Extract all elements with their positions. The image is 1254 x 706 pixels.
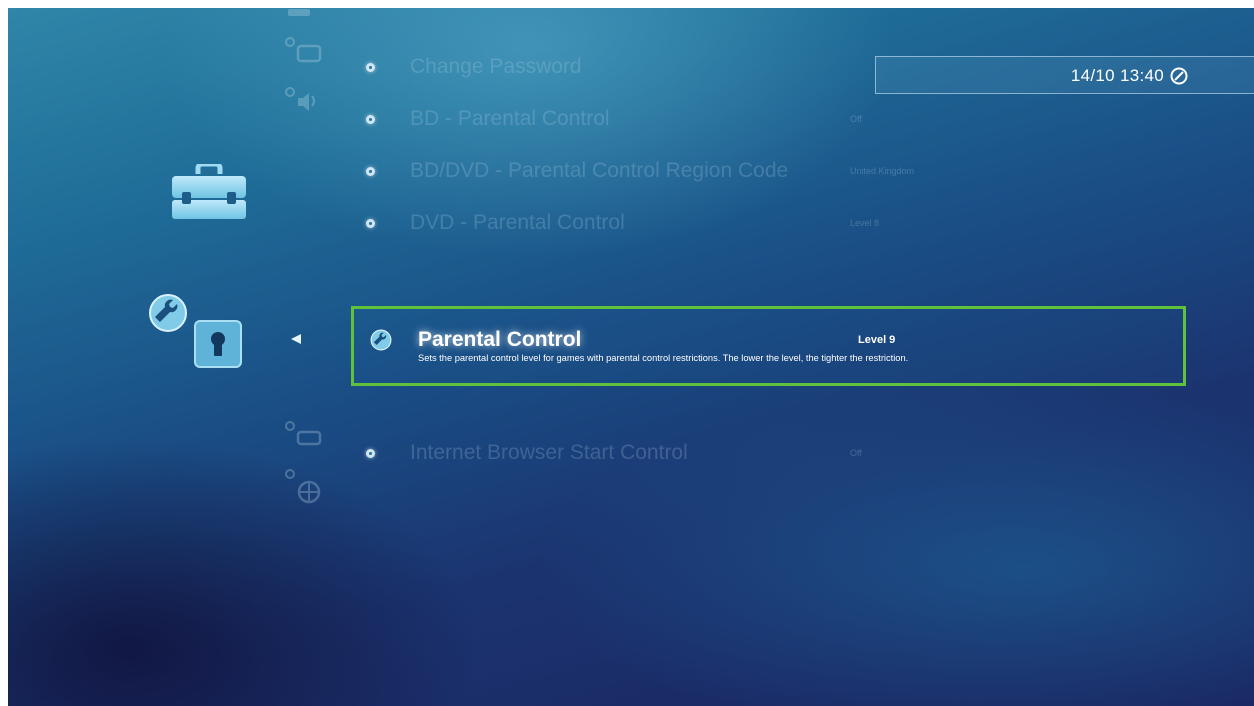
clock-time: 14/10 13:40	[1070, 66, 1164, 85]
item-label: Change Password	[410, 55, 582, 78]
list-item-change-password[interactable]: Change Password	[366, 52, 850, 82]
bullet-icon	[366, 62, 375, 72]
bullet-icon	[366, 114, 375, 124]
toolbox-icon[interactable]	[170, 164, 248, 220]
bullet-icon	[366, 166, 375, 176]
item-label: DVD - Parental Control	[410, 211, 625, 234]
network-settings-icon	[284, 468, 324, 513]
item-value: United Kingdom	[850, 166, 915, 176]
wrench-icon	[148, 293, 188, 338]
back-arrow-icon[interactable]	[290, 332, 302, 350]
selected-item-parental-control[interactable]: Parental Control Level 9 Sets the parent…	[351, 306, 1186, 386]
list-item-dvd-parental-control[interactable]: DVD - Parental Control Level 8	[366, 208, 879, 238]
xmb-screen: Change Password BD - Parental Control Of…	[8, 8, 1254, 706]
top-partial-icon	[284, 8, 314, 26]
list-item-region-code[interactable]: BD/DVD - Parental Control Region Code Un…	[366, 156, 914, 186]
keyhole-icon[interactable]	[194, 320, 242, 373]
item-value: Level 8	[850, 218, 880, 228]
list-item-bd-parental-control[interactable]: BD - Parental Control Off	[366, 104, 862, 134]
sound-settings-icon	[284, 86, 324, 121]
clock-icon	[1170, 67, 1188, 90]
clock-bar: 14/10 13:40	[875, 56, 1254, 94]
remote-play-settings-icon	[284, 420, 324, 455]
item-value: Off	[850, 448, 862, 458]
bullet-icon	[366, 218, 375, 228]
selected-item-value: Level 9	[858, 334, 896, 346]
item-label: BD/DVD - Parental Control Region Code	[410, 159, 789, 182]
display-settings-icon	[284, 36, 324, 71]
selected-item-label: Parental Control	[418, 328, 582, 351]
bullet-icon	[366, 448, 375, 458]
list-item-internet-browser-start-control[interactable]: Internet Browser Start Control Off	[366, 438, 862, 468]
item-value: Off	[850, 114, 862, 124]
wrench-icon	[370, 329, 392, 356]
item-label: BD - Parental Control	[410, 107, 610, 130]
selected-item-description: Sets the parental control level for game…	[418, 353, 909, 363]
item-label: Internet Browser Start Control	[410, 441, 688, 464]
